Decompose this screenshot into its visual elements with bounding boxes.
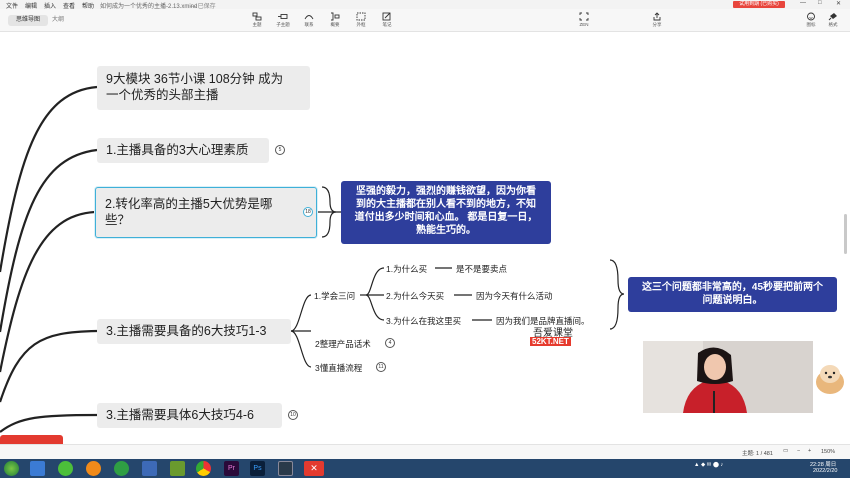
- windows-taskbar: Pr Ps ✕ ▲ ◆ ✉ ⬤ ♪ 22:28 周日 2022/2/20: [0, 459, 850, 478]
- topic-psychology-node[interactable]: 1.主播具备的3大心理素质: [97, 138, 269, 163]
- note-three-questions[interactable]: 这三个问题都非常高的，45秒要把前两个 问题说明白。: [628, 277, 837, 312]
- minimize-icon[interactable]: —: [800, 0, 806, 6]
- menu-bar: 文件 编辑 插入 查看 帮助 如何成为一个优秀的主播-2.13.xmind — …: [0, 0, 850, 10]
- collapsed-count-badge[interactable]: 5: [275, 145, 285, 155]
- word-icon[interactable]: [142, 461, 157, 476]
- xmind-window: 文件 编辑 插入 查看 帮助 如何成为一个优秀的主播-2.13.xmind — …: [0, 0, 850, 478]
- topic-advantages-node[interactable]: 2.转化率高的主播5大优势是哪 些？: [95, 187, 317, 238]
- question-why-buy[interactable]: 1.为什么买: [386, 263, 428, 275]
- floating-red-tab[interactable]: [0, 435, 63, 444]
- topic-button[interactable]: 主题: [246, 12, 268, 28]
- question-why-here[interactable]: 3.为什么在我这里买: [386, 315, 462, 327]
- watermark-logo: 52KT.NET: [530, 337, 571, 346]
- summary-button[interactable]: 概要: [324, 12, 346, 28]
- share-button[interactable]: 分享: [646, 12, 668, 28]
- wechat-icon[interactable]: [58, 461, 73, 476]
- format-button[interactable]: 格式: [822, 12, 844, 28]
- boundary-button[interactable]: 外框: [350, 12, 372, 28]
- 360-icon[interactable]: [114, 461, 129, 476]
- subtopic-product-script[interactable]: 2整理产品话术: [315, 338, 371, 350]
- tab-mindmap[interactable]: 思维导图: [8, 15, 48, 26]
- answer-today-event[interactable]: 因为今天有什么活动: [476, 290, 553, 302]
- relationship-icon: [304, 15, 314, 20]
- format-brush-icon: [828, 13, 837, 21]
- collapsed-count-badge[interactable]: 4: [385, 338, 395, 348]
- zen-button[interactable]: ZEN: [573, 12, 595, 27]
- book-icon[interactable]: ▭: [783, 448, 788, 454]
- zoom-in-icon[interactable]: +: [808, 448, 811, 454]
- vip-badge[interactable]: 试用到期 (已购买): [733, 1, 785, 8]
- clock-time: 22:28 周日: [810, 462, 837, 468]
- collapsed-count-badge[interactable]: 18: [303, 207, 313, 217]
- app-icon[interactable]: [170, 461, 185, 476]
- status-bar: 主题: 1 / 481 ▭ − + 150%: [0, 444, 850, 459]
- subtopic-button[interactable]: 子主题: [272, 12, 294, 28]
- chrome-icon[interactable]: [196, 461, 211, 476]
- summary-icon: [331, 12, 340, 21]
- question-why-today[interactable]: 2.为什么今天买: [386, 290, 445, 302]
- photoshop-icon[interactable]: Ps: [250, 461, 265, 476]
- note-button[interactable]: 笔记: [376, 12, 398, 28]
- answer-selling-point[interactable]: 是不是要卖点: [456, 263, 508, 275]
- share-icon: [653, 12, 661, 21]
- xmind-taskbar-icon[interactable]: ✕: [304, 461, 324, 476]
- emoji-icon: [807, 12, 815, 21]
- close-icon[interactable]: ✕: [836, 0, 841, 7]
- subtopic-icon: [278, 14, 288, 19]
- topic-count: 主题: 1 / 481: [742, 451, 773, 457]
- note-perseverance[interactable]: 坚强的毅力，强烈的赚钱欲望，因为你看 到的大主播都在别人看不到的地方，不知 道付…: [341, 181, 551, 244]
- collapsed-count-badge[interactable]: 11: [376, 362, 386, 372]
- premiere-icon[interactable]: Pr: [224, 461, 239, 476]
- tab-outline[interactable]: 大纲: [52, 15, 64, 26]
- zoom-out-icon[interactable]: −: [797, 448, 800, 454]
- subtopic-three-questions[interactable]: 1.学会三问: [314, 290, 356, 302]
- topic-modules-node[interactable]: 9大模块 36节小课 108分钟 成为 一个优秀的头部主播: [97, 66, 310, 110]
- fullscreen-icon: [579, 12, 589, 21]
- emoji-button[interactable]: 图标: [800, 12, 822, 28]
- start-button-icon[interactable]: [4, 461, 19, 476]
- note-icon: [382, 12, 391, 21]
- topic-icon: [252, 12, 262, 21]
- webcam-overlay: [643, 341, 813, 413]
- topic-skills-1-3-node[interactable]: 3.主播需要具备的6大技巧1-3: [97, 319, 291, 344]
- topic-skills-4-6-node[interactable]: 3.主播需要具体6大技巧4-6: [97, 403, 282, 428]
- maximize-icon[interactable]: □: [818, 0, 822, 6]
- clock-date: 2022/2/20: [813, 468, 838, 474]
- collapsed-count-badge[interactable]: 10: [288, 410, 298, 420]
- subtopic-live-process[interactable]: 3懂直播流程: [315, 362, 363, 374]
- camera-icon[interactable]: [278, 461, 293, 476]
- boundary-icon: [356, 12, 366, 21]
- toolbar: 思维导图 大纲 主题 子主题 联系 概要 外框 笔记 ZEN 分享 图标 格式: [0, 9, 850, 32]
- mindmap-canvas[interactable]: 9大模块 36节小课 108分钟 成为 一个优秀的头部主播 1.主播具备的3大心…: [0, 32, 850, 444]
- relationship-button[interactable]: 联系: [298, 12, 320, 28]
- tray-icons[interactable]: ▲ ◆ ✉ ⬤ ♪: [694, 462, 723, 468]
- presenter-video-frame: [643, 341, 813, 413]
- dog-sticker: [816, 365, 844, 394]
- browser-icon[interactable]: [86, 461, 101, 476]
- zoom-level[interactable]: 150%: [821, 449, 835, 455]
- vertical-scrollbar[interactable]: [844, 214, 847, 254]
- app-icon[interactable]: [30, 461, 45, 476]
